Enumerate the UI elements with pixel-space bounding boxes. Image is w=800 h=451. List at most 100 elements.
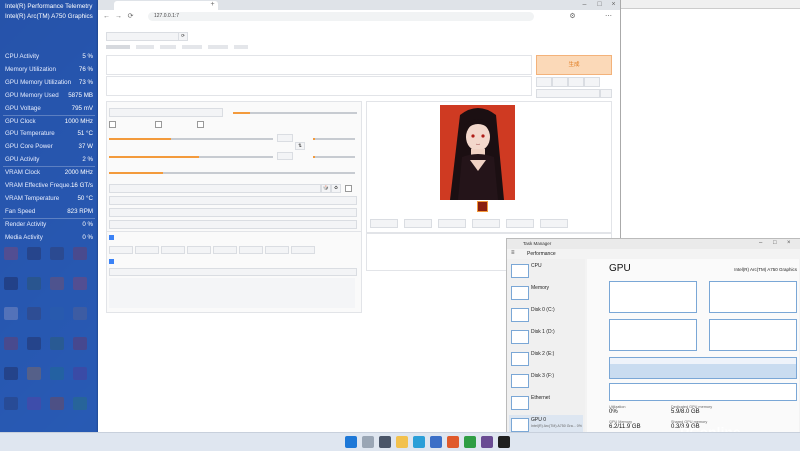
maximize-icon[interactable]: □ — [773, 240, 777, 246]
taskmgr-title: Task Manager — [523, 241, 552, 246]
perf-tab[interactable]: Disk 3 (F:) — [509, 371, 583, 393]
sampling-steps-slider[interactable] — [233, 112, 357, 114]
close-icon[interactable]: × — [787, 240, 791, 246]
tool-button[interactable] — [568, 77, 584, 87]
tool-button[interactable] — [584, 77, 600, 87]
script-accordion[interactable] — [109, 196, 357, 205]
tab[interactable] — [182, 45, 202, 49]
settings-icon[interactable]: ⚙ — [568, 12, 577, 21]
minimize-icon[interactable]: – — [580, 0, 589, 9]
refresh-icon[interactable]: ⟳ — [126, 12, 135, 21]
menu-icon[interactable]: ⋯ — [604, 12, 613, 21]
tab[interactable] — [208, 45, 228, 49]
send-to-extras-button[interactable] — [540, 219, 568, 228]
swap-dimensions-button[interactable]: ⇅ — [295, 142, 305, 150]
store-icon[interactable] — [430, 436, 442, 448]
task-view-icon[interactable] — [379, 436, 391, 448]
tab[interactable] — [136, 45, 154, 49]
app-icon[interactable] — [447, 436, 459, 448]
perf-tab[interactable]: Disk 2 (E:) — [509, 349, 583, 371]
option-checkbox[interactable] — [109, 259, 114, 264]
generated-image[interactable] — [440, 105, 515, 200]
openvino-option-select[interactable] — [109, 220, 357, 229]
save-button[interactable] — [404, 219, 432, 228]
perf-tab[interactable]: Ethernet — [509, 393, 583, 415]
perf-tab[interactable]: Disk 0 (C:) — [509, 305, 583, 327]
app-icon[interactable] — [481, 436, 493, 448]
close-icon[interactable]: × — [609, 0, 618, 9]
height-slider[interactable] — [109, 156, 273, 158]
random-seed-button[interactable]: 🎲 — [321, 184, 331, 193]
hwmon-sensor-list[interactable] — [621, 9, 800, 237]
main-tabs — [106, 45, 406, 51]
forward-icon[interactable]: → — [114, 12, 123, 21]
app-icon[interactable] — [464, 436, 476, 448]
refiner-checkbox[interactable] — [155, 121, 162, 128]
telemetry-value: 823 RPM — [67, 207, 93, 215]
tab[interactable] — [160, 45, 176, 49]
generate-button[interactable]: 生成 — [536, 55, 612, 75]
option-field[interactable] — [109, 268, 357, 276]
windows-start-icon[interactable] — [345, 436, 357, 448]
send-to-inpaint-button[interactable] — [506, 219, 534, 228]
tool-button[interactable] — [552, 77, 568, 87]
checkpoint-select[interactable] — [106, 32, 180, 41]
send-to-img2img-button[interactable] — [472, 219, 500, 228]
back-icon[interactable]: ← — [102, 12, 111, 21]
height-input[interactable] — [277, 152, 293, 160]
output-thumbnail[interactable] — [477, 201, 488, 212]
perf-tab-name: Disk 1 (D:) — [531, 329, 555, 335]
sampler-radio[interactable] — [135, 246, 159, 254]
tab[interactable] — [234, 45, 248, 49]
telemetry-label: Render Activity — [5, 220, 47, 228]
prompt-textarea[interactable] — [106, 55, 532, 75]
extra-checkbox[interactable] — [345, 185, 352, 192]
sampler-radio[interactable] — [239, 246, 263, 254]
sampler-radio[interactable] — [265, 246, 289, 254]
batch-count-slider[interactable] — [313, 138, 355, 140]
reuse-seed-button[interactable]: ♻ — [331, 184, 341, 193]
hamburger-icon[interactable]: ≡ — [511, 250, 515, 256]
cfg-scale-slider[interactable] — [109, 172, 355, 174]
width-slider[interactable] — [109, 138, 273, 140]
sampler-radio[interactable] — [109, 246, 133, 254]
seed-input[interactable] — [109, 184, 321, 193]
option-checkbox[interactable] — [109, 235, 114, 240]
taskbar — [0, 432, 800, 451]
search-icon[interactable] — [362, 436, 374, 448]
hires-fix-checkbox[interactable] — [109, 121, 116, 128]
gpu-video-processing-graph — [709, 319, 797, 351]
perf-tab[interactable]: CPU — [509, 261, 583, 283]
openvino-device-select[interactable] — [109, 208, 357, 217]
browser-tab[interactable] — [114, 1, 218, 10]
gpu-graphs — [609, 277, 797, 403]
url-input[interactable]: 127.0.0.1:7 — [148, 12, 534, 21]
sampler-radio[interactable] — [291, 246, 315, 254]
refresh-checkpoint-button[interactable]: ⟳ — [178, 32, 188, 41]
tab[interactable] — [106, 45, 130, 49]
styles-select[interactable] — [536, 89, 600, 98]
folder-button[interactable] — [370, 219, 398, 228]
telemetry-value: 2 % — [82, 156, 93, 164]
sampler-radio[interactable] — [161, 246, 185, 254]
sampling-method-select[interactable] — [109, 108, 223, 117]
maximize-icon[interactable]: □ — [595, 0, 604, 9]
edge-icon[interactable] — [413, 436, 425, 448]
perf-tab[interactable]: Memory — [509, 283, 583, 305]
zip-button[interactable] — [438, 219, 466, 228]
telemetry-label: VRAM Temperature — [5, 194, 60, 202]
sampler-radio[interactable] — [187, 246, 211, 254]
perf-tab[interactable]: Disk 1 (D:) — [509, 327, 583, 349]
minimize-icon[interactable]: – — [759, 240, 762, 246]
negative-prompt-textarea[interactable] — [106, 76, 532, 96]
width-input[interactable] — [277, 134, 293, 142]
new-tab-icon[interactable]: + — [208, 0, 217, 9]
batch-size-slider[interactable] — [313, 156, 355, 158]
telemetry-value: 0 % — [82, 233, 93, 241]
file-explorer-icon[interactable] — [396, 436, 408, 448]
styles-action-button[interactable] — [600, 89, 612, 98]
tool-button[interactable] — [536, 77, 552, 87]
sampler-radio[interactable] — [213, 246, 237, 254]
app-icon[interactable] — [498, 436, 510, 448]
tiling-checkbox[interactable] — [197, 121, 204, 128]
